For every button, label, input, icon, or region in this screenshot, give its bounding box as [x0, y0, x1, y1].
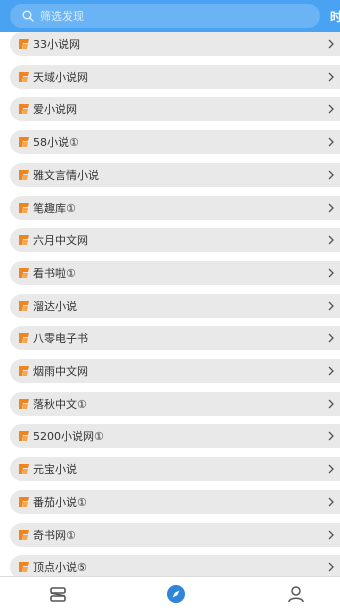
- chevron-right-icon: [328, 562, 334, 572]
- list-item[interactable]: 天域小说网: [10, 64, 340, 89]
- book-source-badge-icon: [19, 71, 29, 82]
- list-item[interactable]: 番茄小说①: [10, 489, 340, 514]
- book-source-badge-icon: [19, 562, 29, 573]
- book-source-badge-icon: [19, 464, 29, 475]
- list-item[interactable]: 33小说网: [10, 32, 340, 56]
- list-item-label: 六月中文网: [33, 234, 88, 248]
- list-item-label: 笔趣库①: [33, 201, 76, 215]
- book-source-badge-icon: [19, 267, 29, 278]
- book-source-badge-icon: [19, 39, 29, 49]
- book-source-badge-icon: [19, 202, 29, 213]
- list-item[interactable]: 落秋中文①: [10, 391, 340, 416]
- list-item[interactable]: 5200小说网①: [10, 424, 340, 449]
- search-icon: [22, 10, 34, 22]
- list-item-label: 元宝小说: [33, 463, 77, 477]
- list-item-label: 八零电子书: [33, 332, 88, 346]
- discover-list[interactable]: 33小说网天域小说网爱小说网 58小说① 雅文言情小说 笔趣库① 六月中文网看书啦① 溜达…: [0, 28, 340, 576]
- bookshelf-icon[interactable]: [47, 583, 69, 605]
- list-item[interactable]: 雅文言情小说: [10, 162, 340, 187]
- list-item[interactable]: 顶点小说⑤: [10, 555, 340, 576]
- chevron-right-icon: [328, 104, 334, 114]
- list-item-label: 顶点小说⑤: [33, 561, 87, 575]
- chevron-right-icon: [328, 530, 334, 539]
- header-menu-button[interactable]: 时: [330, 8, 340, 25]
- chevron-right-icon: [328, 399, 334, 409]
- chevron-right-icon: [328, 301, 334, 311]
- book-source-badge-icon: [19, 235, 29, 246]
- list-item-label: 5200小说网①: [33, 430, 104, 444]
- compass-discover-icon[interactable]: [165, 583, 187, 605]
- list-item-label: 天域小说网: [33, 70, 88, 84]
- bottom-tab-bar: [0, 576, 340, 608]
- list-item-label: 58小说①: [33, 136, 79, 150]
- chevron-right-icon: [328, 235, 334, 245]
- search-placeholder: 筛选发现: [40, 10, 84, 23]
- list-item-label: 33小说网: [33, 38, 80, 51]
- list-item-label: 烟雨中文网: [33, 365, 88, 378]
- chevron-right-icon: [328, 203, 334, 212]
- chevron-right-icon: [328, 431, 334, 441]
- list-item[interactable]: 烟雨中文网: [10, 359, 340, 383]
- chevron-right-icon: [328, 170, 334, 180]
- list-item-label: 奇书网①: [33, 528, 76, 542]
- book-source-badge-icon: [19, 398, 29, 409]
- list-item[interactable]: 元宝小说: [10, 457, 340, 482]
- book-source-badge-icon: [19, 300, 29, 311]
- book-source-badge-icon: [19, 496, 29, 507]
- chevron-right-icon: [328, 497, 334, 507]
- book-source-badge-icon: [19, 366, 29, 376]
- chevron-right-icon: [328, 137, 334, 147]
- list-item-label: 番茄小说①: [33, 495, 87, 509]
- search-field[interactable]: 筛选发现: [10, 4, 320, 28]
- list-item-label: 落秋中文①: [33, 397, 87, 411]
- person-icon[interactable]: [285, 583, 307, 605]
- list-item-label: 爱小说网: [33, 103, 77, 117]
- list-item-label: 雅文言情小说: [33, 168, 99, 182]
- book-source-badge-icon: [19, 333, 29, 344]
- book-source-badge-icon: [19, 529, 29, 540]
- chevron-right-icon: [328, 268, 334, 278]
- list-item[interactable]: 58小说①: [10, 130, 340, 155]
- chevron-right-icon: [328, 333, 334, 343]
- list-item[interactable]: 笔趣库①: [10, 195, 340, 220]
- list-item[interactable]: 溜达小说: [10, 293, 340, 318]
- list-item[interactable]: 爱小说网: [10, 97, 340, 122]
- chevron-right-icon: [328, 464, 334, 474]
- list-item[interactable]: 八零电子书: [10, 326, 340, 351]
- chevron-right-icon: [328, 72, 334, 82]
- list-item-label: 看书啦①: [33, 266, 76, 280]
- book-source-badge-icon: [19, 104, 29, 115]
- list-item-label: 溜达小说: [33, 299, 77, 313]
- chevron-right-icon: [328, 39, 334, 49]
- chevron-right-icon: [328, 366, 334, 376]
- list-item[interactable]: 看书啦①: [10, 260, 340, 285]
- list-item[interactable]: 六月中文网: [10, 228, 340, 253]
- list-item[interactable]: 奇书网①: [10, 522, 340, 547]
- book-source-badge-icon: [19, 137, 29, 148]
- book-source-badge-icon: [19, 169, 29, 180]
- book-source-badge-icon: [19, 431, 29, 442]
